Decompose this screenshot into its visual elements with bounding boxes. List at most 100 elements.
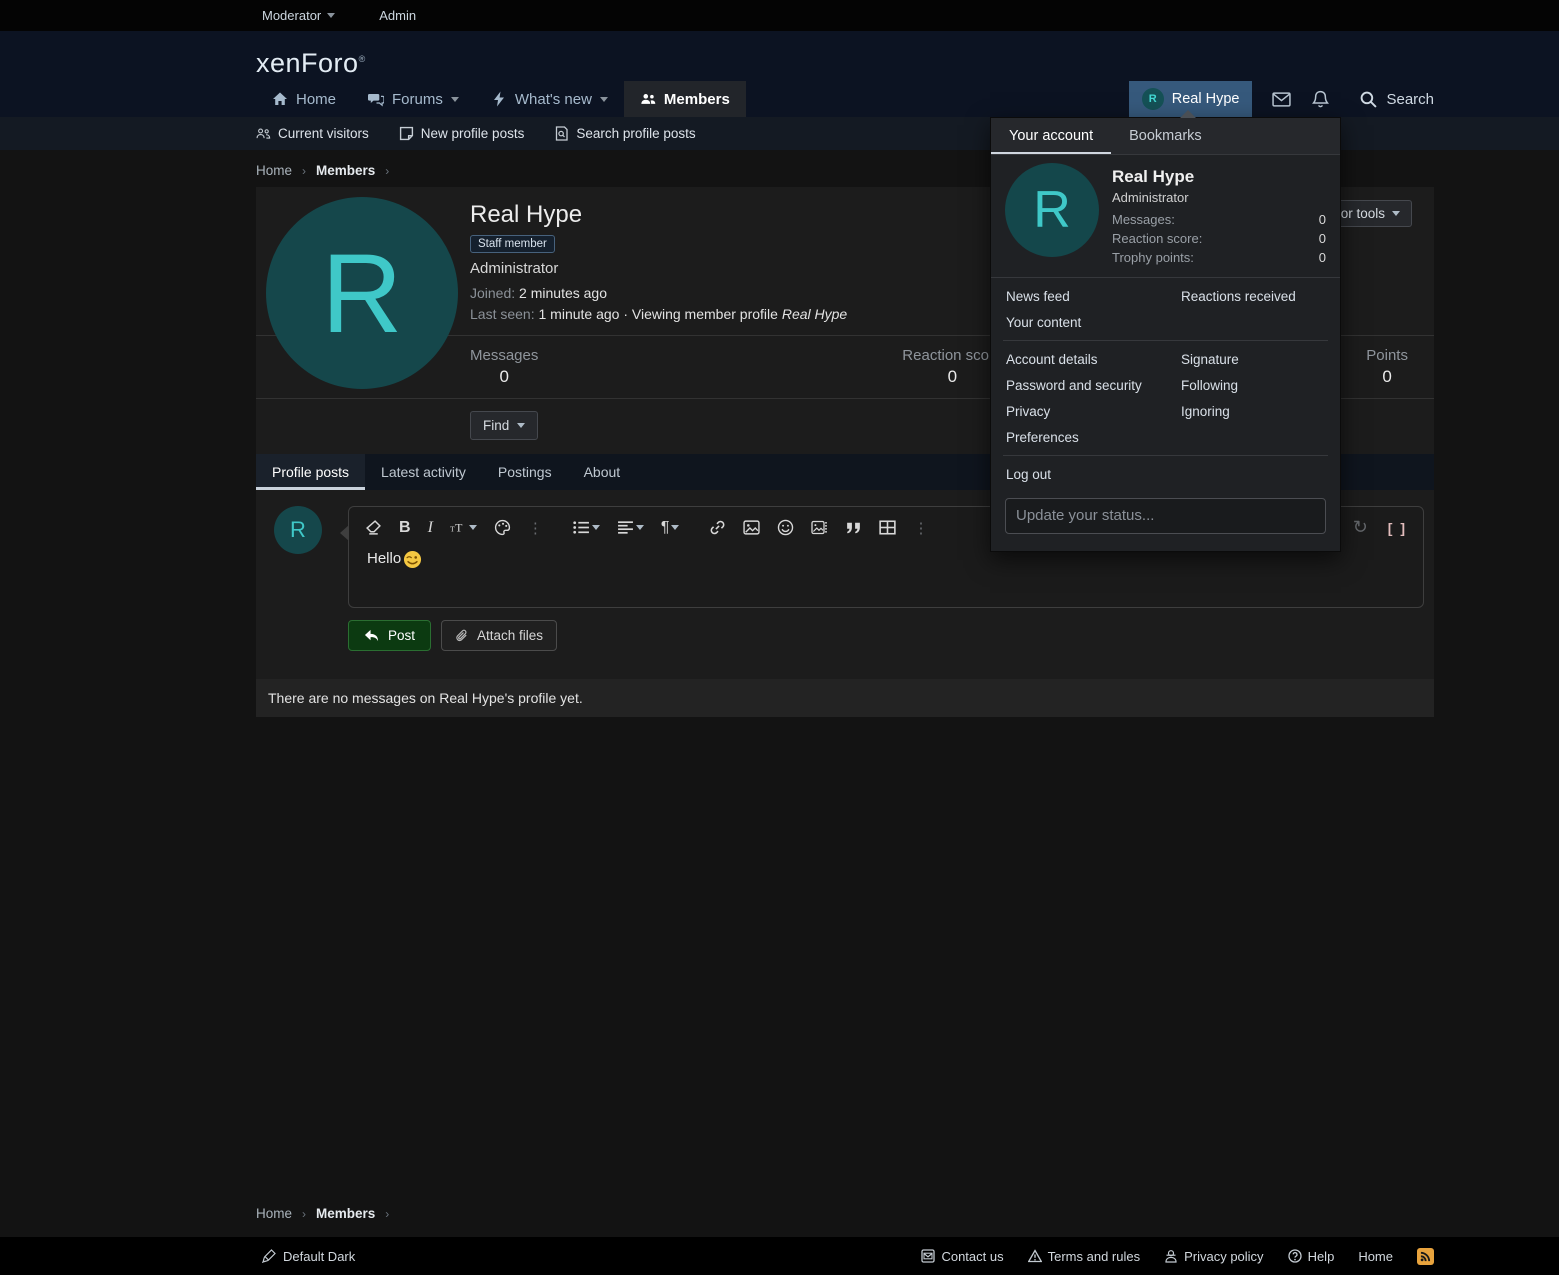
post-button[interactable]: Post (348, 620, 431, 651)
search-label: Search (1386, 91, 1434, 108)
search-button[interactable]: Search (1360, 91, 1434, 108)
menu-item-log-out[interactable]: Log out (1006, 467, 1051, 482)
remove-format-button[interactable] (365, 519, 382, 536)
eraser-icon (365, 519, 382, 536)
breadcrumb-members[interactable]: Members (316, 1206, 375, 1221)
last-seen-label: Last seen: (470, 306, 535, 322)
find-button[interactable]: Find (470, 411, 538, 440)
menu-divider (1003, 455, 1328, 456)
paperclip-icon (455, 629, 469, 643)
tab-about[interactable]: About (568, 454, 637, 490)
quote-button[interactable] (845, 519, 862, 536)
rss-button[interactable] (1417, 1248, 1434, 1265)
footer-terms-and-rules[interactable]: Terms and rules (1028, 1249, 1140, 1264)
chevron-down-icon (671, 525, 679, 530)
chevron-down-icon (636, 525, 644, 530)
stat-label: Messages (470, 347, 538, 364)
italic-button[interactable]: I (428, 519, 433, 537)
breadcrumb-home[interactable]: Home (256, 163, 292, 178)
menu-divider (1003, 340, 1328, 341)
breadcrumb-members[interactable]: Members (316, 163, 375, 178)
menu-item-reactions-received[interactable]: Reactions received (1181, 289, 1296, 304)
menu-item-your-content[interactable]: Your content (1006, 315, 1081, 330)
site-header: xenForo® Home Forums What's new Members … (0, 31, 1559, 117)
avatar[interactable]: R (274, 506, 322, 554)
style-chooser-label: Default Dark (283, 1249, 355, 1264)
nav-item-whats-new[interactable]: What's new (475, 81, 624, 117)
account-menu-name[interactable]: Real Hype (1112, 167, 1326, 187)
menu-item-preferences[interactable]: Preferences (1006, 430, 1079, 445)
menu-item-following[interactable]: Following (1181, 378, 1238, 393)
chevron-down-icon (600, 97, 608, 102)
stat-points[interactable]: Points 0 (1366, 347, 1408, 387)
subnav-current-visitors[interactable]: Current visitors (256, 126, 369, 141)
breadcrumb-home[interactable]: Home (256, 1206, 292, 1221)
image-icon (743, 519, 760, 536)
stat-messages[interactable]: Messages 0 (470, 347, 538, 387)
tab-profile-posts[interactable]: Profile posts (256, 454, 365, 490)
bbcode-toggle-button[interactable]: [ ] (1388, 520, 1407, 536)
subnav-search-profile-posts[interactable]: Search profile posts (554, 126, 695, 141)
insert-image-button[interactable] (743, 519, 760, 536)
status-update-input[interactable] (1005, 498, 1326, 534)
text-color-button[interactable] (494, 519, 511, 536)
font-size-button[interactable]: TT (450, 519, 477, 536)
smilies-button[interactable] (777, 519, 794, 536)
attach-files-button[interactable]: Attach files (441, 620, 557, 651)
table-icon (879, 519, 896, 536)
align-left-icon (617, 519, 634, 536)
footer-link-label: Contact us (941, 1249, 1003, 1264)
nav-item-home[interactable]: Home (256, 81, 352, 117)
menu-item-password-and-security[interactable]: Password and security (1006, 378, 1142, 393)
menu-item-account-details[interactable]: Account details (1006, 352, 1098, 367)
insert-table-button[interactable] (879, 519, 896, 536)
nav-item-label: Forums (392, 91, 443, 108)
avatar[interactable]: R (1005, 163, 1099, 257)
tab-your-account[interactable]: Your account (991, 118, 1111, 154)
tab-bookmarks[interactable]: Bookmarks (1111, 118, 1220, 154)
envelope-icon (1272, 90, 1291, 109)
stat-reaction-score[interactable]: Reaction score 0 (902, 347, 1002, 387)
menu-item-signature[interactable]: Signature (1181, 352, 1239, 367)
nav-item-forums[interactable]: Forums (352, 81, 475, 117)
redo-button[interactable]: ↻ (1353, 517, 1368, 538)
editor-text: Hello (367, 550, 401, 567)
alerts-button[interactable] (1311, 90, 1330, 109)
paragraph-format-button[interactable]: ¶ (661, 519, 680, 537)
footer-privacy-policy[interactable]: Privacy policy (1164, 1249, 1263, 1264)
style-chooser-button[interactable]: Default Dark (256, 1249, 355, 1264)
tab-postings[interactable]: Postings (482, 454, 568, 490)
footer-help[interactable]: Help (1288, 1249, 1335, 1264)
site-logo[interactable]: xenForo® (256, 48, 366, 79)
chevron-right-icon: › (385, 1207, 389, 1221)
account-stat-trophy-points: Trophy points: 0 (1112, 248, 1326, 267)
list-button[interactable] (573, 519, 600, 536)
account-menu-info: R Real Hype Administrator Messages: 0 Re… (991, 155, 1340, 278)
link-icon (709, 519, 726, 536)
menu-item-privacy[interactable]: Privacy (1006, 404, 1050, 419)
moderator-menu[interactable]: Moderator (256, 8, 335, 23)
quote-icon (845, 519, 862, 536)
menu-item-news-feed[interactable]: News feed (1006, 289, 1070, 304)
user-secret-icon (1164, 1249, 1178, 1263)
conversations-button[interactable] (1272, 90, 1291, 109)
footer-home[interactable]: Home (1358, 1249, 1393, 1264)
insert-media-button[interactable] (811, 519, 828, 536)
admin-link[interactable]: Admin (373, 8, 416, 23)
nav-item-members[interactable]: Members (624, 81, 746, 117)
more-formatting-button[interactable]: ⋮ (528, 519, 543, 537)
menu-item-ignoring[interactable]: Ignoring (1181, 404, 1230, 419)
more-options-button[interactable]: ⋮ (913, 519, 928, 537)
reply-icon (364, 628, 379, 643)
insert-link-button[interactable] (709, 519, 726, 536)
alignment-button[interactable] (617, 519, 644, 536)
avatar[interactable]: R (266, 197, 458, 389)
footer-link-label: Terms and rules (1048, 1249, 1140, 1264)
stat-value: 0 (902, 367, 1002, 387)
subnav-new-profile-posts[interactable]: New profile posts (399, 126, 525, 141)
admin-top-bar: Moderator Admin (0, 0, 1559, 31)
visitors-icon (256, 126, 271, 141)
tab-latest-activity[interactable]: Latest activity (365, 454, 482, 490)
bold-button[interactable]: B (399, 519, 411, 537)
footer-contact-us[interactable]: Contact us (921, 1249, 1003, 1264)
